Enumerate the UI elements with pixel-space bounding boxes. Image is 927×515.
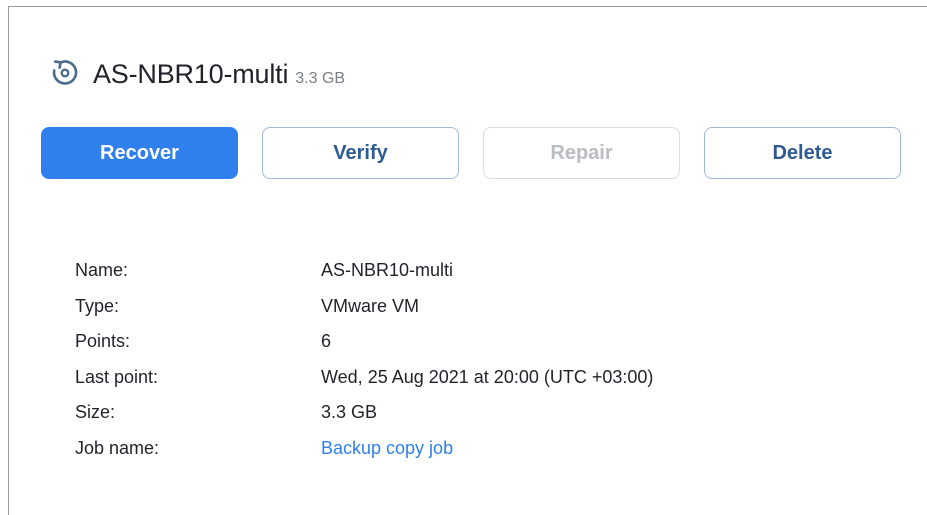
restore-icon [52,60,78,85]
job-name-label: Job name: [75,437,160,458]
points-value: 6 [321,331,332,352]
detail-row-job-name: Job name: Backup copy job [75,431,653,467]
details-list: Name: AS-NBR10-multi Type: VMware VM Poi… [75,253,653,466]
header: AS-NBR10-multi 3.3 GB [49,51,345,90]
type-label: Type: [75,295,120,316]
header-size: 3.3 GB [295,70,346,87]
details-panel: AS-NBR10-multi 3.3 GB Recover Verify Rep… [8,6,927,515]
repair-button: Repair [483,127,680,179]
job-name-link[interactable]: Backup copy job [321,438,453,459]
last-point-label: Last point: [75,366,159,387]
size-value: 3.3 GB [321,402,378,423]
points-label: Points: [75,331,131,352]
size-label: Size: [75,402,116,423]
action-bar: Recover Verify Repair Delete [41,127,901,179]
detail-row-points: Points: 6 [75,324,653,360]
verify-button[interactable]: Verify [262,127,459,179]
page-title: AS-NBR10-multi [93,59,289,89]
detail-row-type: Type: VMware VM [75,289,653,325]
recover-button[interactable]: Recover [41,127,238,179]
detail-row-last-point: Last point: Wed, 25 Aug 2021 at 20:00 (U… [75,360,653,396]
detail-row-name: Name: AS-NBR10-multi [75,253,653,289]
last-point-value: Wed, 25 Aug 2021 at 20:00 (UTC +03:00) [321,366,654,387]
delete-button[interactable]: Delete [704,127,901,179]
name-label: Name: [75,260,129,281]
detail-row-size: Size: 3.3 GB [75,395,653,431]
type-value: VMware VM [321,295,420,316]
name-value: AS-NBR10-multi [321,260,454,281]
